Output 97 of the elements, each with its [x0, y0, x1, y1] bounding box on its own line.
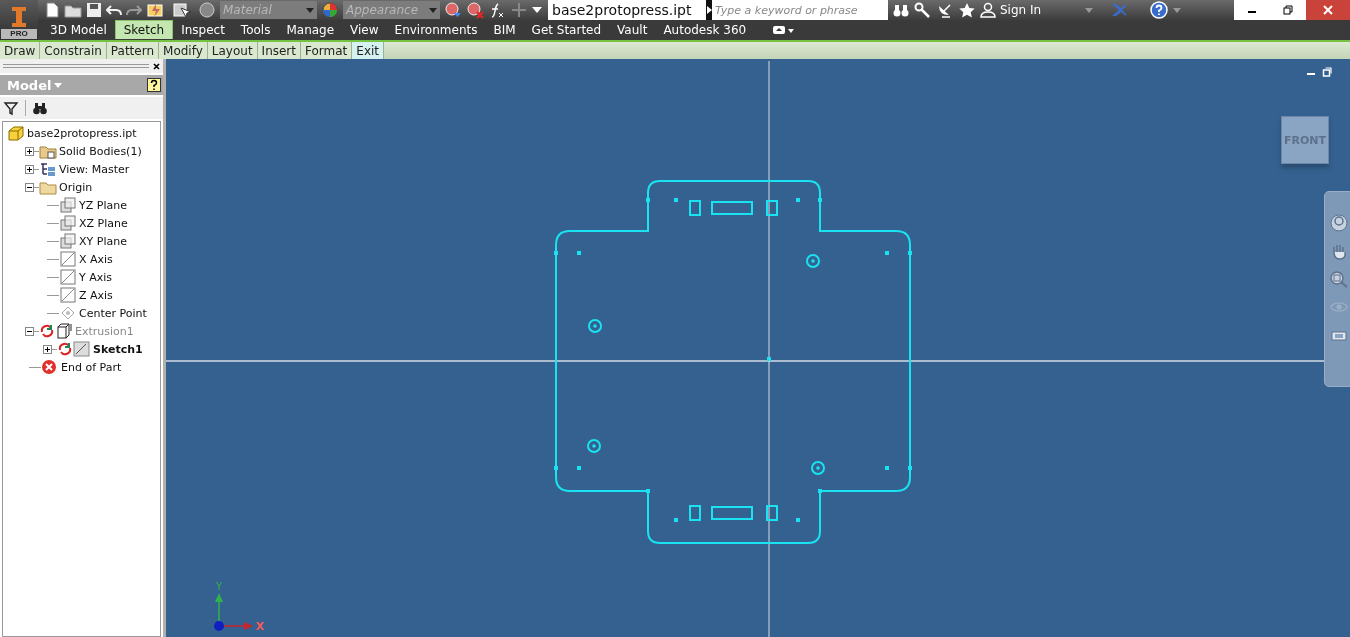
tree-item-label[interactable]: Solid Bodies(1): [57, 144, 144, 158]
zoom-icon[interactable]: [1329, 270, 1349, 288]
clear-appearance-icon[interactable]: [466, 1, 484, 19]
tree-item-label[interactable]: Origin: [57, 180, 95, 194]
tree-item-label[interactable]: Z Axis: [77, 288, 115, 302]
collapse-icon[interactable]: [25, 182, 34, 192]
ribbon-panel[interactable]: Pattern: [106, 42, 160, 59]
star-icon[interactable]: [958, 2, 976, 18]
color-wheel-icon: [321, 1, 339, 19]
dropdown-caret-icon: [54, 82, 63, 88]
hierarchy-icon: [39, 161, 57, 177]
arrow-icon: [706, 6, 712, 14]
tree-item-label[interactable]: X Axis: [77, 252, 115, 266]
new-file-icon[interactable]: [44, 2, 60, 18]
close-button[interactable]: [1306, 0, 1350, 20]
refresh-icon[interactable]: [39, 323, 55, 339]
maximize-icon: [1283, 5, 1293, 15]
tree-item-label[interactable]: XZ Plane: [77, 216, 130, 230]
steering-wheel-icon[interactable]: [1329, 214, 1349, 232]
folder-icon: [39, 179, 57, 195]
plane-icon: [59, 233, 77, 249]
plane-icon: [59, 197, 77, 213]
ribbon-tab[interactable]: Tools: [232, 20, 279, 39]
part-icon: [7, 125, 25, 141]
sign-in-button[interactable]: Sign In: [1000, 3, 1082, 17]
ribbon-panel[interactable]: Constrain: [40, 42, 107, 59]
help-icon[interactable]: [147, 78, 161, 92]
tree-item-label[interactable]: base2protopress.ipt: [25, 126, 139, 140]
tree-item-label[interactable]: XY Plane: [77, 234, 129, 248]
axis-icon: [59, 287, 77, 303]
satellite-dish-icon[interactable]: [936, 2, 954, 18]
restore-icon[interactable]: [1322, 67, 1332, 77]
binoculars-icon[interactable]: [32, 100, 48, 116]
plane-icon: [59, 215, 77, 231]
ribbon-tab[interactable]: Inspect: [173, 20, 233, 39]
refresh-icon[interactable]: [57, 341, 73, 357]
folder-icon: [39, 143, 57, 159]
folder-icon[interactable]: [64, 2, 82, 18]
material-sphere-icon: [198, 1, 216, 19]
ribbon-panel[interactable]: Modify: [159, 42, 208, 59]
ribbon-panel[interactable]: Insert: [257, 42, 301, 59]
tree-item-label[interactable]: Center Point: [77, 306, 149, 320]
tree-item-label[interactable]: End of Part: [59, 360, 124, 374]
ribbon-tab[interactable]: Manage: [278, 20, 343, 39]
edition-label: PRO: [1, 29, 37, 39]
tree-item-label[interactable]: YZ Plane: [77, 198, 129, 212]
ribbon-panel[interactable]: Layout: [207, 42, 258, 59]
undo-icon[interactable]: [106, 2, 122, 18]
panel-toggle-icon[interactable]: [772, 24, 795, 35]
application-menu-button[interactable]: PRO: [0, 0, 38, 40]
ribbon-tab[interactable]: Get Started: [523, 20, 610, 39]
tree-item-label[interactable]: View: Master: [57, 162, 132, 176]
dropdown-caret-icon[interactable]: [1173, 7, 1182, 13]
ribbon-panel[interactable]: Exit: [352, 42, 385, 59]
ribbon-tab[interactable]: View: [342, 20, 387, 39]
close-icon: [1323, 5, 1333, 15]
axis-icon: [59, 251, 77, 267]
adjust-appearance-icon[interactable]: [444, 1, 462, 19]
select-icon[interactable]: [172, 2, 194, 18]
dropdown-caret-icon: [429, 7, 437, 13]
binoculars-icon[interactable]: [892, 2, 910, 18]
logo: [9, 5, 29, 29]
expand-icon[interactable]: [43, 344, 52, 354]
ribbon-tab[interactable]: Environments: [386, 20, 486, 39]
axis-icon: [59, 269, 77, 285]
extrusion-icon: [55, 323, 73, 339]
tree-item-label[interactable]: Y Axis: [77, 270, 115, 284]
error-icon: [41, 359, 59, 375]
center-point-icon: [59, 305, 77, 321]
customize-caret-icon[interactable]: [532, 6, 542, 14]
filter-icon[interactable]: [3, 100, 19, 116]
expand-icon[interactable]: [25, 164, 34, 174]
key-icon[interactable]: [914, 2, 932, 18]
tree-item-label[interactable]: Extrusion1: [73, 324, 136, 338]
dropdown-caret-icon[interactable]: [1085, 7, 1094, 13]
save-icon[interactable]: [86, 2, 102, 18]
y-axis-label: Y: [216, 581, 223, 592]
ribbon-tab[interactable]: Vault: [609, 20, 656, 39]
user-icon: [980, 2, 996, 18]
x-axis-label: X: [256, 620, 265, 633]
collapse-icon[interactable]: [25, 326, 34, 336]
document-title: base2protopress.ipt: [548, 0, 706, 20]
ribbon-tab[interactable]: BIM: [485, 20, 524, 39]
ribbon-tab[interactable]: Autodesk 360: [655, 20, 755, 39]
sketch-icon: [73, 341, 91, 357]
ribbon-tab[interactable]: Sketch: [114, 20, 174, 39]
tree-item-label[interactable]: Sketch1: [91, 342, 145, 356]
expand-icon[interactable]: [25, 146, 34, 156]
close-icon[interactable]: [153, 62, 160, 70]
ribbon-panel[interactable]: Format: [301, 42, 353, 59]
search-field[interactable]: Type a keyword or phrase: [712, 0, 888, 20]
ribbon-tab[interactable]: 3D Model: [42, 20, 115, 39]
help-icon[interactable]: [1149, 1, 1170, 19]
axis-triad-icon: [213, 593, 253, 632]
redo-icon[interactable]: [126, 2, 142, 18]
ribbon-panel[interactable]: Draw: [0, 42, 41, 59]
dropdown-caret-icon: [306, 7, 314, 13]
